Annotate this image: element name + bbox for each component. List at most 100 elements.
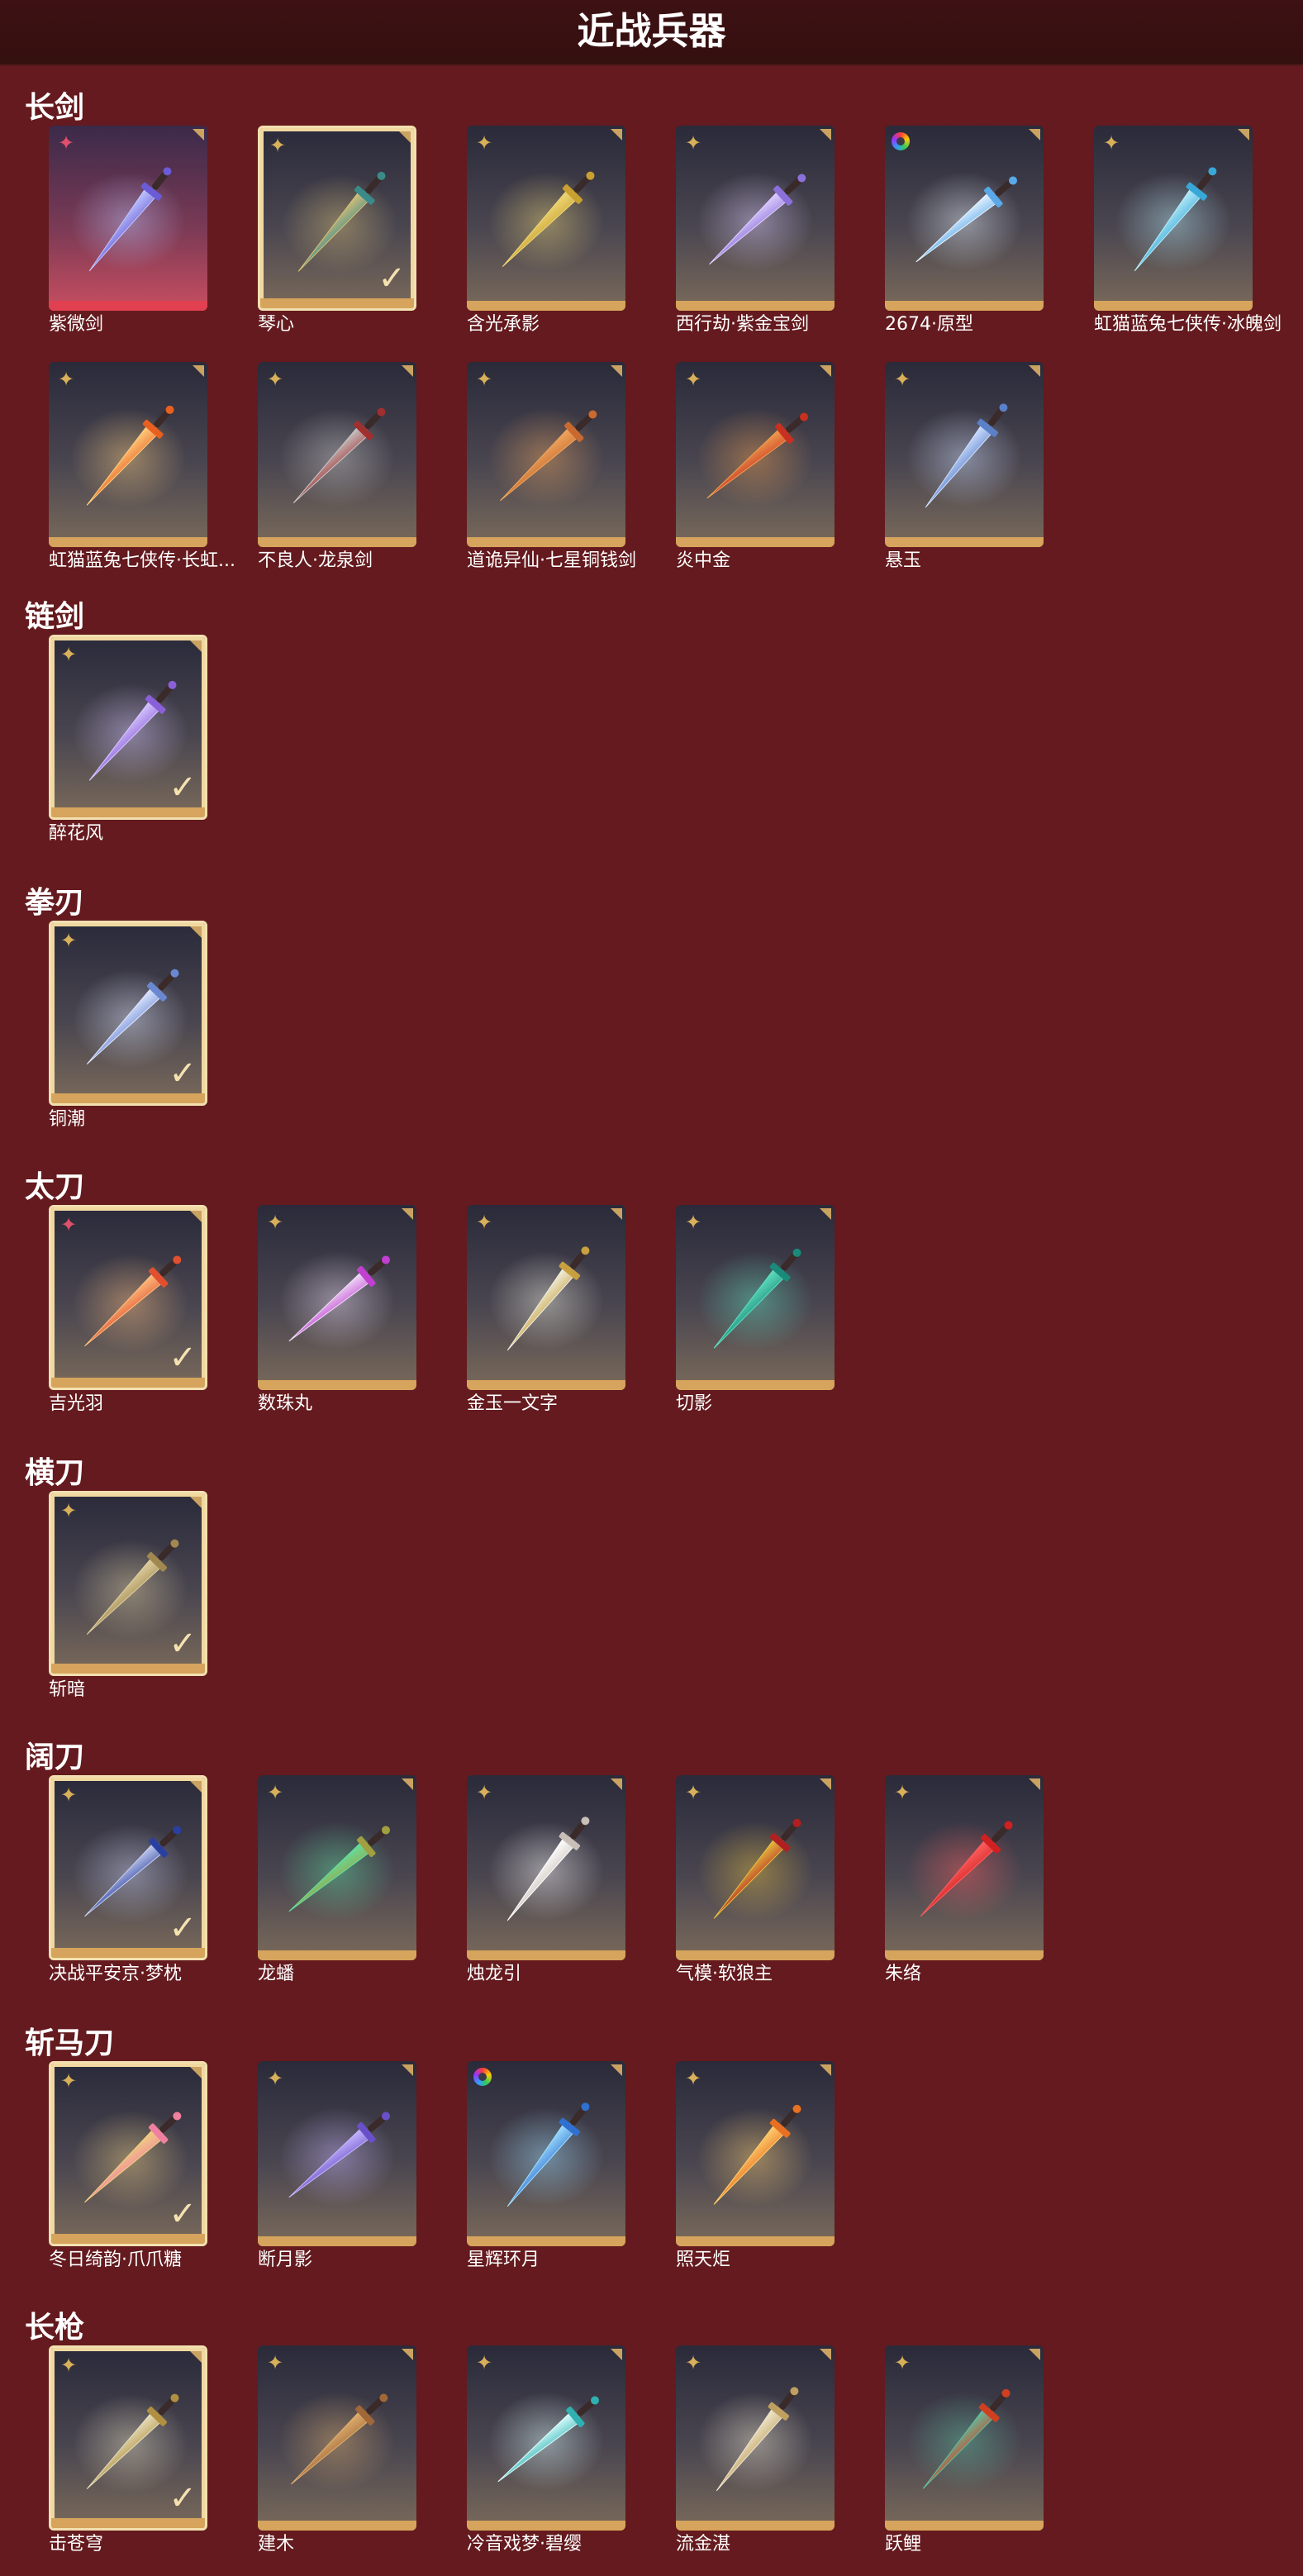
weapon-item[interactable]: 2674·原型 bbox=[885, 126, 1044, 337]
weapon-image bbox=[697, 172, 813, 271]
weapon-card[interactable]: ✦ bbox=[467, 2345, 625, 2531]
weapon-item[interactable]: ✦ ✓ 斩暗 bbox=[49, 1491, 207, 1702]
weapon-name: 悬玉 bbox=[885, 550, 922, 571]
weapon-card[interactable]: ✦ bbox=[467, 126, 625, 311]
weapon-name: 断月影 bbox=[258, 2250, 313, 2270]
weapon-card[interactable]: ✦ bbox=[1094, 126, 1253, 311]
weapon-card[interactable]: ✦ bbox=[676, 2345, 835, 2531]
weapon-card[interactable]: ✦ bbox=[676, 1775, 835, 1960]
weapon-card[interactable]: ✦ bbox=[49, 126, 207, 311]
weapon-name: 流金湛 bbox=[676, 2534, 731, 2555]
weapon-name: 含光承影 bbox=[467, 314, 540, 335]
weapon-item[interactable]: ✦ ✓ 醉花风 bbox=[49, 635, 207, 846]
weapon-item[interactable]: ✦ 龙蟠 bbox=[258, 1775, 416, 1987]
checkmark-icon: ✓ bbox=[169, 1055, 197, 1093]
weapon-card[interactable]: ✦ bbox=[258, 1205, 416, 1390]
gold-star-icon: ✦ bbox=[59, 2069, 78, 2093]
weapon-card[interactable]: ✦ bbox=[258, 2061, 416, 2246]
weapon-name: 切影 bbox=[676, 1393, 713, 1414]
weapon-card[interactable]: ✦ ✓ bbox=[258, 126, 416, 311]
weapon-card[interactable]: ✦ bbox=[258, 362, 416, 547]
weapon-item[interactable]: ✦ 气模·软狼主 bbox=[676, 1775, 835, 1987]
gold-star-icon: ✦ bbox=[475, 131, 493, 155]
weapon-item[interactable]: ✦ 数珠丸 bbox=[258, 1205, 416, 1417]
weapon-card[interactable]: ✦ bbox=[676, 126, 835, 311]
weapon-item[interactable]: ✦ ✓ 吉光羽 bbox=[49, 1205, 207, 1417]
weapon-item[interactable]: 星辉环月 bbox=[467, 2061, 625, 2273]
weapon-card[interactable]: ✦ ✓ bbox=[49, 1205, 207, 1390]
weapon-card[interactable]: ✦ bbox=[49, 362, 207, 547]
weapon-name: 照天炬 bbox=[676, 2250, 731, 2270]
weapon-item[interactable]: ✦ 切影 bbox=[676, 1205, 835, 1417]
weapon-item[interactable]: ✦ ✓ 铜潮 bbox=[49, 921, 207, 1132]
weapon-item[interactable]: ✦ 悬玉 bbox=[885, 362, 1044, 574]
corner-marker-icon bbox=[190, 926, 202, 938]
weapon-image bbox=[279, 407, 395, 507]
weapon-card[interactable]: ✦ bbox=[258, 2345, 416, 2531]
weapon-card[interactable]: ✦ ✓ bbox=[49, 921, 207, 1106]
weapon-item[interactable]: ✦ 朱络 bbox=[885, 1775, 1044, 1987]
section-title: 太刀 bbox=[25, 1170, 85, 1204]
weapon-item[interactable]: ✦ ✓ 击苍穹 bbox=[49, 2345, 207, 2557]
weapon-card[interactable]: ✦ bbox=[467, 362, 625, 547]
weapon-card[interactable]: ✦ bbox=[676, 2061, 835, 2246]
weapon-item[interactable]: ✦ 流金湛 bbox=[676, 2345, 835, 2557]
weapon-item[interactable]: ✦ 照天炬 bbox=[676, 2061, 835, 2273]
corner-marker-icon bbox=[190, 2351, 202, 2363]
weapon-image bbox=[906, 403, 1022, 508]
weapon-item[interactable]: ✦ 紫微剑 bbox=[49, 126, 207, 337]
weapon-name: 铜潮 bbox=[49, 1109, 86, 1130]
weapon-item[interactable]: ✦ 跃鲤 bbox=[885, 2345, 1044, 2557]
weapon-card[interactable]: ✦ bbox=[258, 1775, 416, 1960]
weapon-card[interactable]: ✦ bbox=[885, 362, 1044, 547]
section-title: 链剑 bbox=[25, 600, 85, 634]
checkmark-icon: ✓ bbox=[169, 1625, 197, 1663]
weapon-card[interactable]: ✦ ✓ bbox=[49, 1491, 207, 1676]
weapon-item[interactable]: ✦ 建木 bbox=[258, 2345, 416, 2557]
weapon-card[interactable]: ✦ ✓ bbox=[49, 2061, 207, 2246]
weapon-item[interactable]: ✦ ✓ 琴心 bbox=[258, 126, 416, 337]
weapon-name: 紫微剑 bbox=[49, 314, 104, 335]
weapon-item[interactable]: ✦ 烛龙引 bbox=[467, 1775, 625, 1987]
weapon-item[interactable]: ✦ ✓ 决战平安京·梦枕 bbox=[49, 1775, 207, 1987]
corner-marker-icon bbox=[820, 2064, 831, 2076]
section-title: 长剑 bbox=[25, 91, 85, 125]
gold-star-icon: ✦ bbox=[266, 2067, 284, 2090]
weapon-item[interactable]: ✦ 含光承影 bbox=[467, 126, 625, 337]
section-title: 斩马刀 bbox=[25, 2026, 115, 2060]
weapon-card[interactable] bbox=[467, 2061, 625, 2246]
weapon-item[interactable]: ✦ 虹猫蓝兔七侠传·冰魄剑 bbox=[1094, 126, 1282, 337]
weapon-name: 气模·软狼主 bbox=[676, 1964, 773, 1984]
weapon-card[interactable]: ✦ bbox=[467, 1205, 625, 1390]
corner-marker-icon bbox=[1029, 2349, 1040, 2360]
weapon-card[interactable]: ✦ bbox=[467, 1775, 625, 1960]
weapon-item[interactable]: ✦ ✓ 冬日绮韵·爪爪糖 bbox=[49, 2061, 207, 2273]
gold-star-icon: ✦ bbox=[684, 2351, 702, 2374]
weapon-name: 炎中金 bbox=[676, 550, 731, 571]
weapon-item[interactable]: ✦ 不良人·龙泉剑 bbox=[258, 362, 416, 574]
weapon-card[interactable]: ✦ bbox=[885, 2345, 1044, 2531]
corner-marker-icon bbox=[402, 1778, 413, 1790]
weapon-item[interactable]: ✦ 西行劫·紫金宝剑 bbox=[676, 126, 835, 337]
gold-star-icon: ✦ bbox=[684, 368, 702, 391]
weapon-item[interactable]: ✦ 金玉一文字 bbox=[467, 1205, 625, 1417]
checkmark-icon: ✓ bbox=[169, 2195, 197, 2233]
weapon-item[interactable]: ✦ 虹猫蓝兔七侠传·长虹... bbox=[49, 362, 235, 574]
weapon-card[interactable]: ✦ bbox=[676, 362, 835, 547]
corner-marker-icon bbox=[190, 1781, 202, 1793]
section-title: 拳刃 bbox=[25, 886, 85, 920]
weapon-card[interactable]: ✦ bbox=[676, 1205, 835, 1390]
weapon-image bbox=[1115, 167, 1231, 272]
weapon-card[interactable] bbox=[885, 126, 1044, 311]
corner-marker-icon bbox=[1238, 129, 1249, 140]
weapon-card[interactable]: ✦ bbox=[885, 1775, 1044, 1960]
weapon-card[interactable]: ✦ ✓ bbox=[49, 1775, 207, 1960]
weapon-item[interactable]: ✦ 断月影 bbox=[258, 2061, 416, 2273]
header-bar: 近战兵器 bbox=[0, 0, 1303, 66]
weapon-item[interactable]: ✦ 道诡异仙·七星铜钱剑 bbox=[467, 362, 636, 574]
weapon-item[interactable]: ✦ 炎中金 bbox=[676, 362, 835, 574]
weapon-card[interactable]: ✦ ✓ bbox=[49, 635, 207, 820]
weapon-item[interactable]: ✦ 冷音戏梦·碧缨 bbox=[467, 2345, 625, 2557]
weapon-name: 冬日绮韵·爪爪糖 bbox=[49, 2250, 182, 2270]
weapon-card[interactable]: ✦ ✓ bbox=[49, 2345, 207, 2531]
